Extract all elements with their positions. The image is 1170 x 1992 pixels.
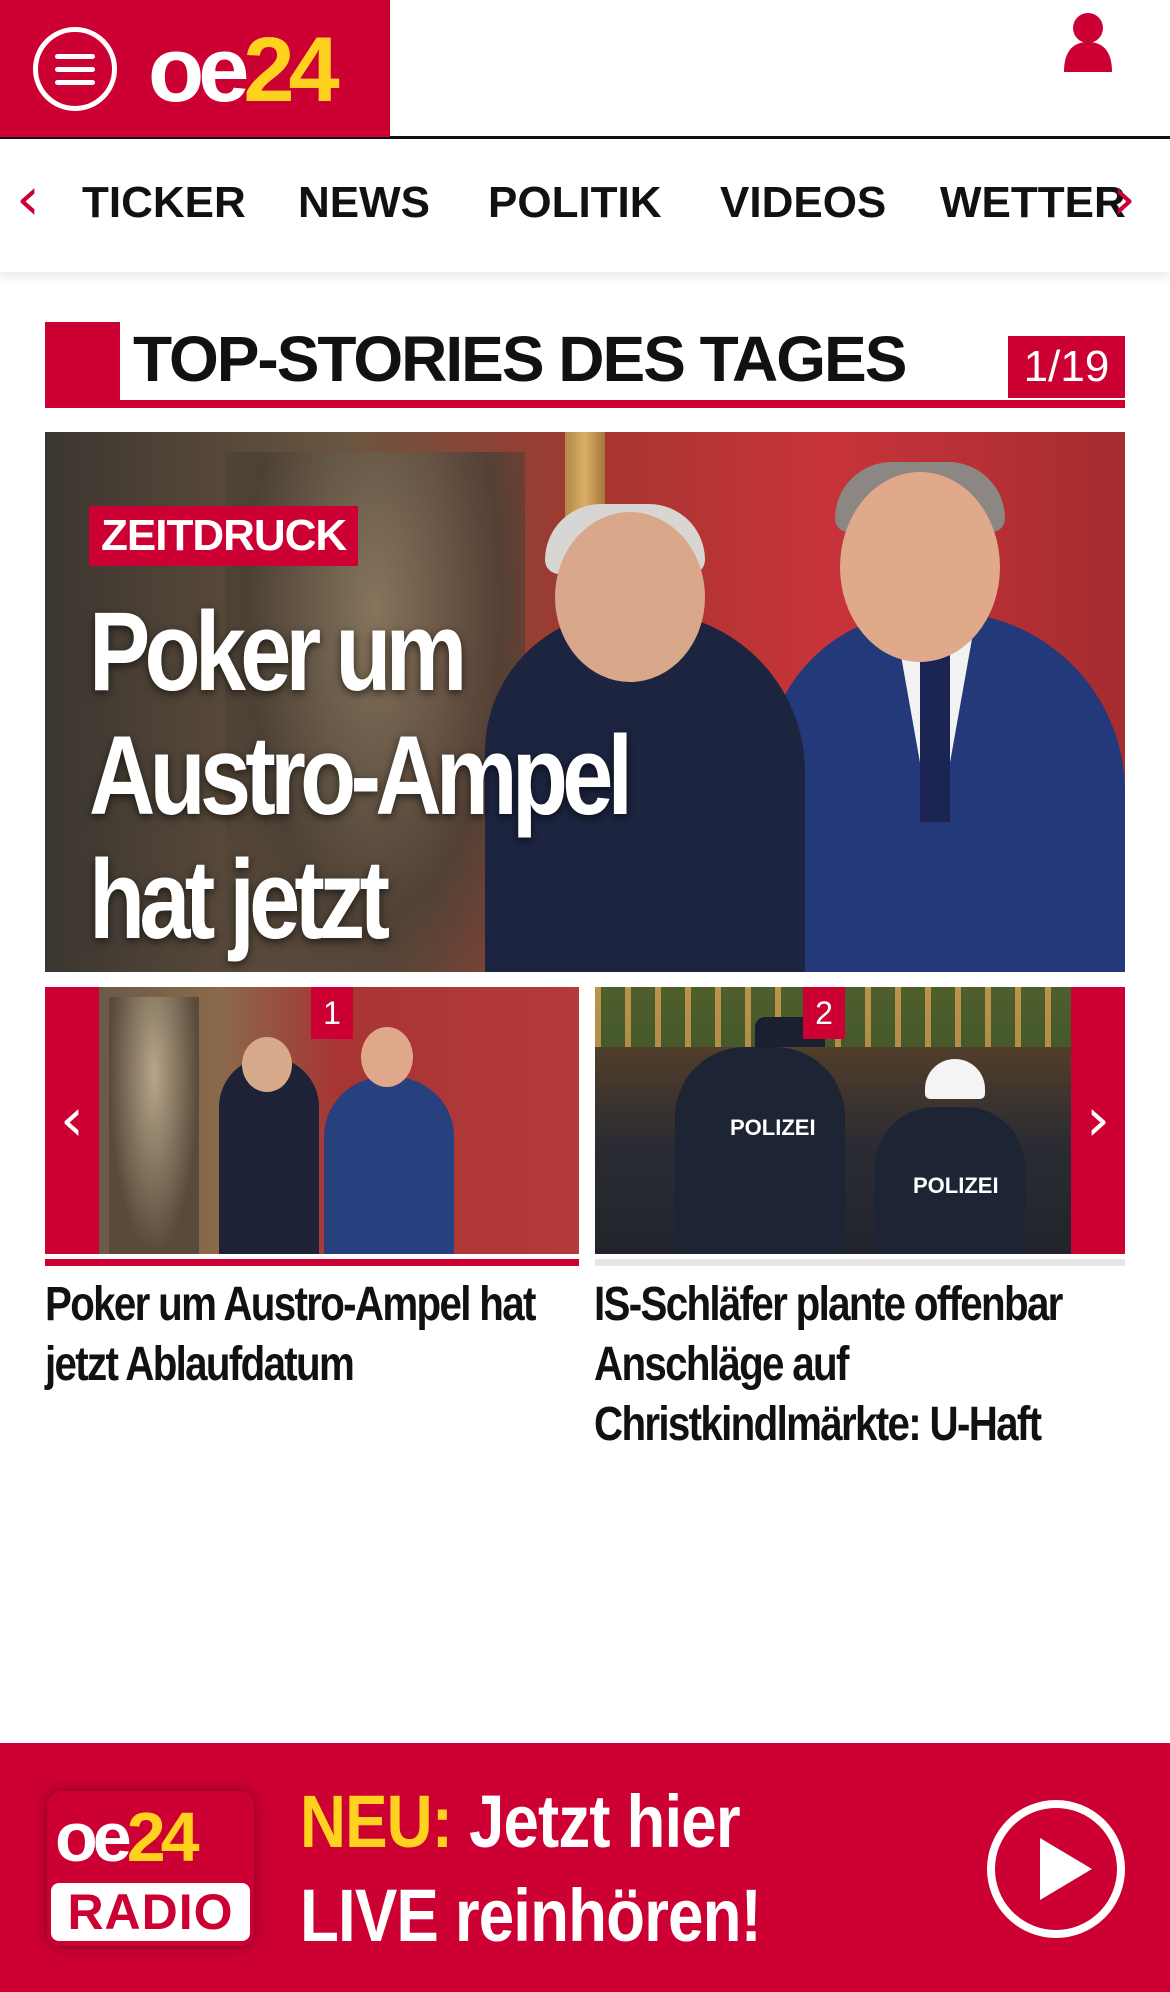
logo-block: oe 24 <box>0 0 390 137</box>
radio-promo-line-1: NEU: Jetzt hier <box>300 1775 761 1869</box>
headline-line: Austro-Ampel <box>89 713 633 838</box>
nav-item-wetter[interactable]: WETTER <box>940 181 1126 225</box>
carousel-caption-1[interactable]: Poker um Austro-Ampel hat jetzt Ablaufda… <box>45 1275 583 1395</box>
nav-left-arrow-icon[interactable]: ‹ <box>16 169 48 229</box>
category-nav: ‹ TICKER NEWS POLITIK VIDEOS WETTER › <box>0 139 1170 272</box>
thumb-image-face <box>242 1037 292 1092</box>
radio-banner[interactable]: oe24 RADIO NEU: Jetzt hier LIVE reinhöre… <box>0 1743 1170 1992</box>
nav-item-politik[interactable]: POLITIK <box>488 181 662 225</box>
menu-line <box>55 53 95 59</box>
site-header: oe 24 <box>0 0 1170 139</box>
headline-line: Poker um <box>89 589 467 714</box>
section-underline <box>45 400 1125 408</box>
menu-line <box>55 79 95 85</box>
radio-logo-24: 24 <box>126 1798 200 1876</box>
carousel-caption-2[interactable]: IS-Schläfer plante offenbar Anschläge au… <box>594 1275 1132 1455</box>
carousel-thumb-1[interactable]: 1 <box>99 987 579 1254</box>
nav-item-videos[interactable]: VIDEOS <box>720 181 886 225</box>
nav-item-ticker[interactable]: TICKER <box>82 181 246 225</box>
thumb-image-cap <box>925 1059 985 1099</box>
menu-line <box>55 66 95 72</box>
hamburger-menu-icon[interactable] <box>33 27 117 111</box>
section-marker <box>45 322 120 408</box>
radio-promo-text: NEU: Jetzt hier LIVE reinhören! <box>300 1775 762 1963</box>
hero-headline[interactable]: Poker um Austro-Ampel hat jetzt Ablaufda… <box>89 589 827 973</box>
play-triangle <box>1040 1838 1092 1900</box>
story-carousel: ‹ 1 POLIZEI POLIZEI 2 › <box>45 987 1125 1266</box>
headline-line: hat jetzt Ablaufdatum <box>89 837 593 973</box>
thumb-badge: 1 <box>311 987 353 1039</box>
carousel-prev-icon[interactable]: ‹ <box>45 987 99 1254</box>
logo-oe: oe <box>148 19 249 121</box>
section-title: TOP-STORIES DES TAGES <box>133 323 907 395</box>
hero-kicker: ZEITDRUCK <box>89 506 359 566</box>
hero-image-face <box>840 472 1000 662</box>
radio-neu-label: NEU: <box>300 1780 453 1863</box>
radio-logo-oe: oe <box>55 1798 132 1876</box>
oe24-radio-logo: oe24 RADIO <box>47 1791 254 1946</box>
thumb-image-face <box>361 1027 413 1087</box>
hero-story[interactable]: ZEITDRUCK Poker um Austro-Ampel hat jetz… <box>45 432 1125 972</box>
oe24-logo[interactable]: oe 24 <box>148 19 340 121</box>
top-stories-header: TOP-STORIES DES TAGES 1/19 <box>45 322 1125 408</box>
nav-right-arrow-icon[interactable]: › <box>1112 169 1144 229</box>
carousel-next-icon[interactable]: › <box>1071 987 1125 1254</box>
radio-logo-label: RADIO <box>51 1883 250 1941</box>
thumb-image-painting <box>109 997 199 1254</box>
radio-logo-brand: oe24 <box>55 1797 200 1877</box>
carousel-thumb-2[interactable]: POLIZEI POLIZEI 2 <box>595 987 1071 1254</box>
nav-item-news[interactable]: NEWS <box>298 181 430 225</box>
thumb-badge: 2 <box>803 987 845 1039</box>
thumb-image-text: POLIZEI <box>730 1115 816 1140</box>
radio-line1-text: Jetzt hier <box>452 1780 741 1863</box>
radio-promo-line-2: LIVE reinhören! <box>300 1874 762 1957</box>
logo-24: 24 <box>243 19 339 121</box>
story-counter: 1/19 <box>1008 336 1125 398</box>
user-icon[interactable] <box>1062 12 1114 72</box>
thumb-image-officer <box>675 1047 845 1254</box>
carousel-active-indicator <box>45 1259 579 1266</box>
thumb-image-text: POLIZEI <box>913 1173 999 1198</box>
play-icon[interactable] <box>987 1800 1125 1938</box>
carousel-inactive-indicator <box>595 1259 1125 1266</box>
thumb-image-person <box>324 1077 454 1254</box>
hero-image-tie <box>920 652 950 822</box>
